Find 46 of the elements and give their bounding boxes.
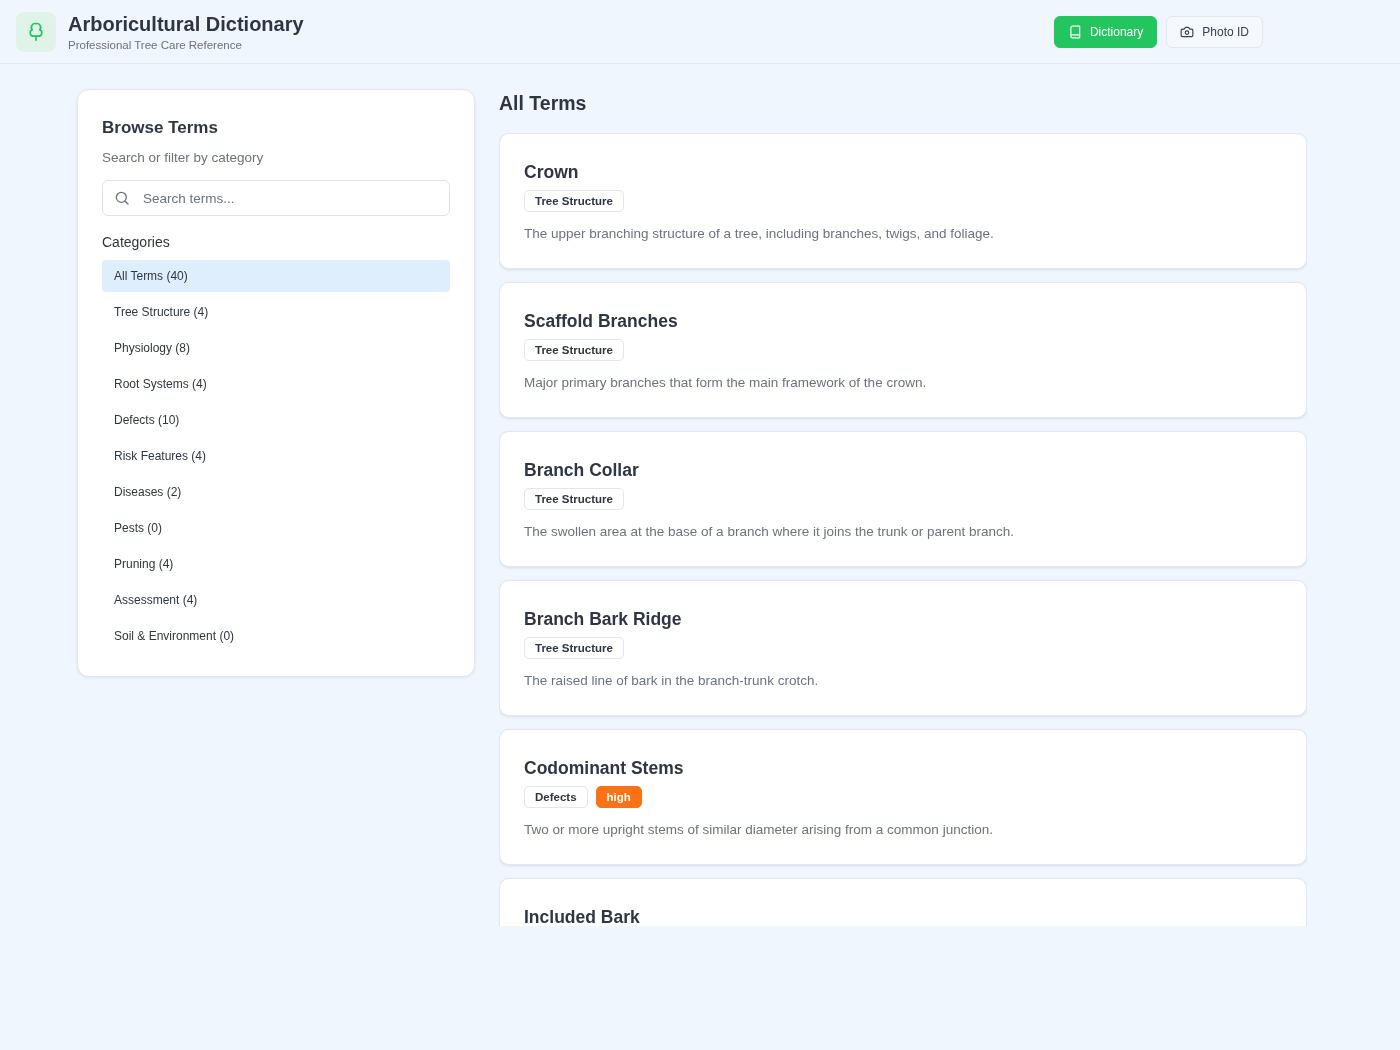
camera-icon: [1180, 24, 1195, 39]
category-item[interactable]: Assessment (4): [102, 584, 450, 616]
term-description: The swollen area at the base of a branch where it joins the trunk or parent branch.: [524, 523, 1016, 541]
category-tag: Tree Structure: [524, 637, 624, 659]
category-item[interactable]: Tree Structure (4): [102, 296, 450, 328]
term-description: The upper branching structure of a tree, including branches, twigs, and foliage.: [524, 225, 995, 243]
photo-id-button[interactable]: Photo ID: [1166, 15, 1263, 48]
category-tag: Tree Structure: [524, 339, 624, 361]
category-item[interactable]: Soil & Environment (0): [102, 620, 450, 652]
term-title: Crown: [524, 161, 580, 184]
term-card[interactable]: Scaffold Branches Tree Structure Major primary branches that form the main framework of the crown.: [499, 282, 1307, 418]
term-title: Codominant Stems: [524, 757, 685, 780]
search-field[interactable]: Search terms...: [102, 180, 450, 216]
category-tag: Defects: [524, 786, 588, 808]
app-subtitle: Professional Tree Care Reference: [68, 37, 243, 53]
category-tag: Tree Structure: [524, 190, 624, 212]
term-card[interactable]: Branch Collar Tree Structure The swollen area at the base of a branch where it joins the trunk or parent branch.: [499, 431, 1307, 567]
term-card[interactable]: Branch Bark Ridge Tree Structure The raised line of bark in the branch-trunk crotch.: [499, 580, 1307, 716]
category-item[interactable]: Defects (10): [102, 404, 450, 436]
panel-subtitle: Search or filter by category: [102, 149, 265, 167]
term-title: Scaffold Branches: [524, 310, 679, 333]
term-description: The raised line of bark in the branch-trunk crotch.: [524, 672, 820, 690]
risk-tag: high: [595, 786, 642, 808]
category-item[interactable]: Pruning (4): [102, 548, 450, 580]
term-card[interactable]: Crown Tree Structure The upper branching structure of a tree, including branches, twigs, and foliage.: [499, 133, 1307, 269]
tree-icon: [26, 20, 46, 43]
search-icon: [114, 190, 130, 206]
category-item[interactable]: Pests (0): [102, 512, 450, 544]
term-title: Branch Bark Ridge: [524, 608, 683, 631]
category-item[interactable]: All Terms (40): [102, 260, 450, 292]
category-tag: Tree Structure: [524, 488, 624, 510]
term-title: Branch Collar: [524, 459, 640, 482]
category-item[interactable]: Physiology (8): [102, 332, 450, 364]
book-icon: [1067, 24, 1082, 39]
app-title: Arboricultural Dictionary: [68, 11, 304, 37]
panel-title: Browse Terms: [102, 117, 219, 139]
categories-heading: Categories: [102, 233, 171, 252]
category-item[interactable]: Root Systems (4): [102, 368, 450, 400]
term-card[interactable]: Codominant Stems Defects high Two or more upright stems of similar diameter arising from a common junction.: [499, 729, 1307, 865]
term-description: Two or more upright stems of similar diameter arising from a common junction.: [524, 821, 994, 839]
category-item[interactable]: Diseases (2): [102, 476, 450, 508]
category-item[interactable]: Risk Features (4): [102, 440, 450, 472]
term-title: Included Bark: [524, 906, 641, 926]
term-card[interactable]: Included Bark: [499, 878, 1307, 926]
section-heading: All Terms: [499, 91, 588, 116]
term-description: Major primary branches that form the main framework of the crown.: [524, 374, 928, 392]
